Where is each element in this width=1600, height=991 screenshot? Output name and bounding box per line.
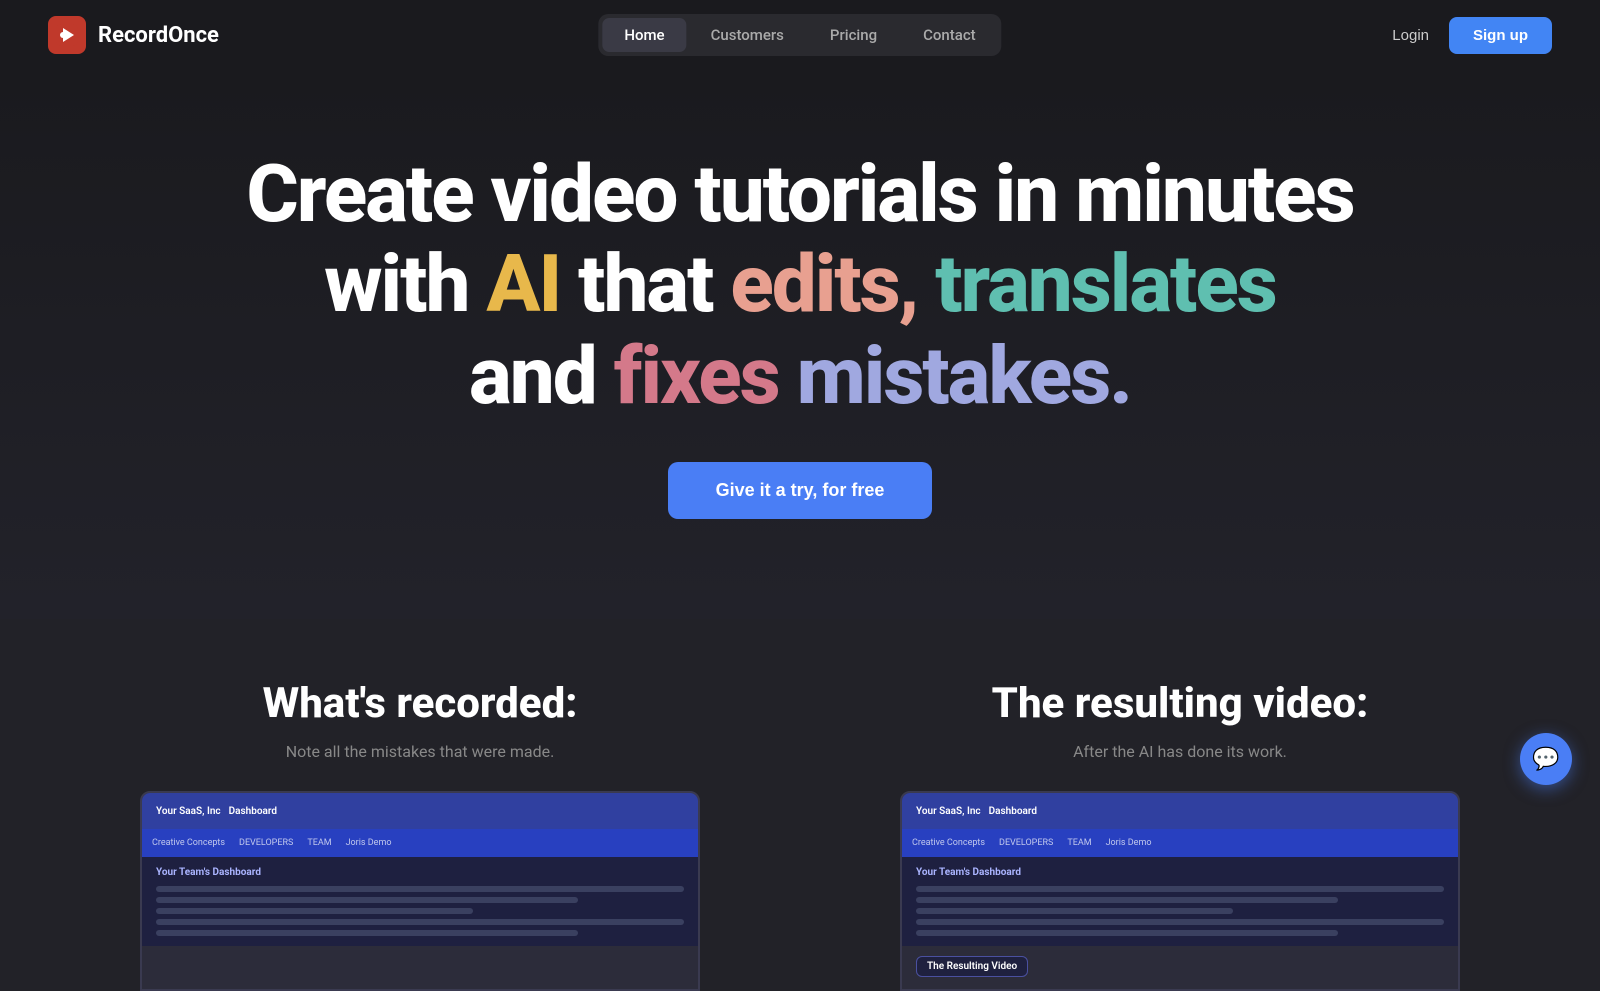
screenshot-lines-right: [916, 886, 1444, 936]
resulting-column: The resulting video: After the AI has do…: [840, 679, 1520, 991]
recorded-column: What's recorded: Note all the mistakes t…: [80, 679, 760, 991]
hero-line1: Create video tutorials in minutes: [246, 150, 1353, 238]
hero-fixes: fixes: [614, 329, 779, 423]
hero-and: and: [469, 329, 614, 423]
resulting-subtitle: After the AI has done its work.: [1073, 742, 1287, 761]
hero-ai: AI: [486, 237, 560, 331]
screenshot-nav-left: Creative Concepts DEVELOPERS TEAM Joris …: [142, 829, 698, 857]
nav-item-customers[interactable]: Customers: [689, 18, 806, 52]
hero-line3: and fixes mistakes.: [469, 330, 1131, 422]
hero-mistakes: mistakes.: [779, 329, 1131, 423]
recorded-subtitle: Note all the mistakes that were made.: [286, 742, 555, 761]
nav-item-contact[interactable]: Contact: [901, 18, 998, 52]
dashboard-tab-left: Dashboard: [229, 806, 277, 817]
resulting-title: The resulting video:: [992, 679, 1369, 728]
hero-cta-area: Give it a try, for free: [668, 462, 933, 519]
logo-area: RecordOnce: [48, 16, 219, 54]
brand-name: RecordOnce: [98, 23, 219, 48]
saas-name-right: Your SaaS, Inc: [916, 806, 981, 817]
saas-name-left: Your SaaS, Inc: [156, 806, 221, 817]
screenshot-lines-left: [156, 886, 684, 936]
chat-icon: 💬: [1532, 747, 1559, 772]
dashboard-title-right: Your Team's Dashboard: [916, 867, 1444, 878]
nav-menu: Home Customers Pricing Contact: [598, 14, 1001, 56]
signup-button[interactable]: Sign up: [1449, 17, 1552, 54]
screenshot-header-left: Your SaaS, Inc Dashboard: [142, 793, 698, 829]
navbar: RecordOnce Home Customers Pricing Contac…: [0, 0, 1600, 70]
nav-item-pricing[interactable]: Pricing: [808, 18, 899, 52]
chat-bubble-button[interactable]: 💬: [1520, 733, 1572, 785]
resulting-video-label: The Resulting Video: [916, 956, 1028, 977]
hero-that: that: [560, 237, 730, 331]
comparison-section: What's recorded: Note all the mistakes t…: [0, 619, 1600, 991]
hero-edits: edits,: [730, 237, 935, 331]
resulting-screenshot: Your SaaS, Inc Dashboard Creative Concep…: [900, 791, 1460, 991]
screenshot-nav-right: Creative Concepts DEVELOPERS TEAM Joris …: [902, 829, 1458, 857]
hero-translates: translates: [935, 237, 1276, 331]
nav-item-home[interactable]: Home: [602, 18, 686, 52]
hero-section: Create video tutorials in minutes with A…: [0, 70, 1600, 619]
logo-icon: [48, 16, 86, 54]
screenshot-body-left: Your Team's Dashboard: [142, 857, 698, 946]
dashboard-title-left: Your Team's Dashboard: [156, 867, 684, 878]
navbar-actions: Login Sign up: [1392, 17, 1552, 54]
recorded-screenshot: Your SaaS, Inc Dashboard Creative Concep…: [140, 791, 700, 991]
recorded-title: What's recorded:: [263, 679, 578, 728]
hero-with: with: [324, 237, 486, 331]
screenshot-header-right: Your SaaS, Inc Dashboard: [902, 793, 1458, 829]
login-button[interactable]: Login: [1392, 27, 1429, 44]
hero-line2: with AI that edits, translates: [324, 238, 1276, 330]
cta-button[interactable]: Give it a try, for free: [668, 462, 933, 519]
screenshot-body-right: Your Team's Dashboard: [902, 857, 1458, 946]
